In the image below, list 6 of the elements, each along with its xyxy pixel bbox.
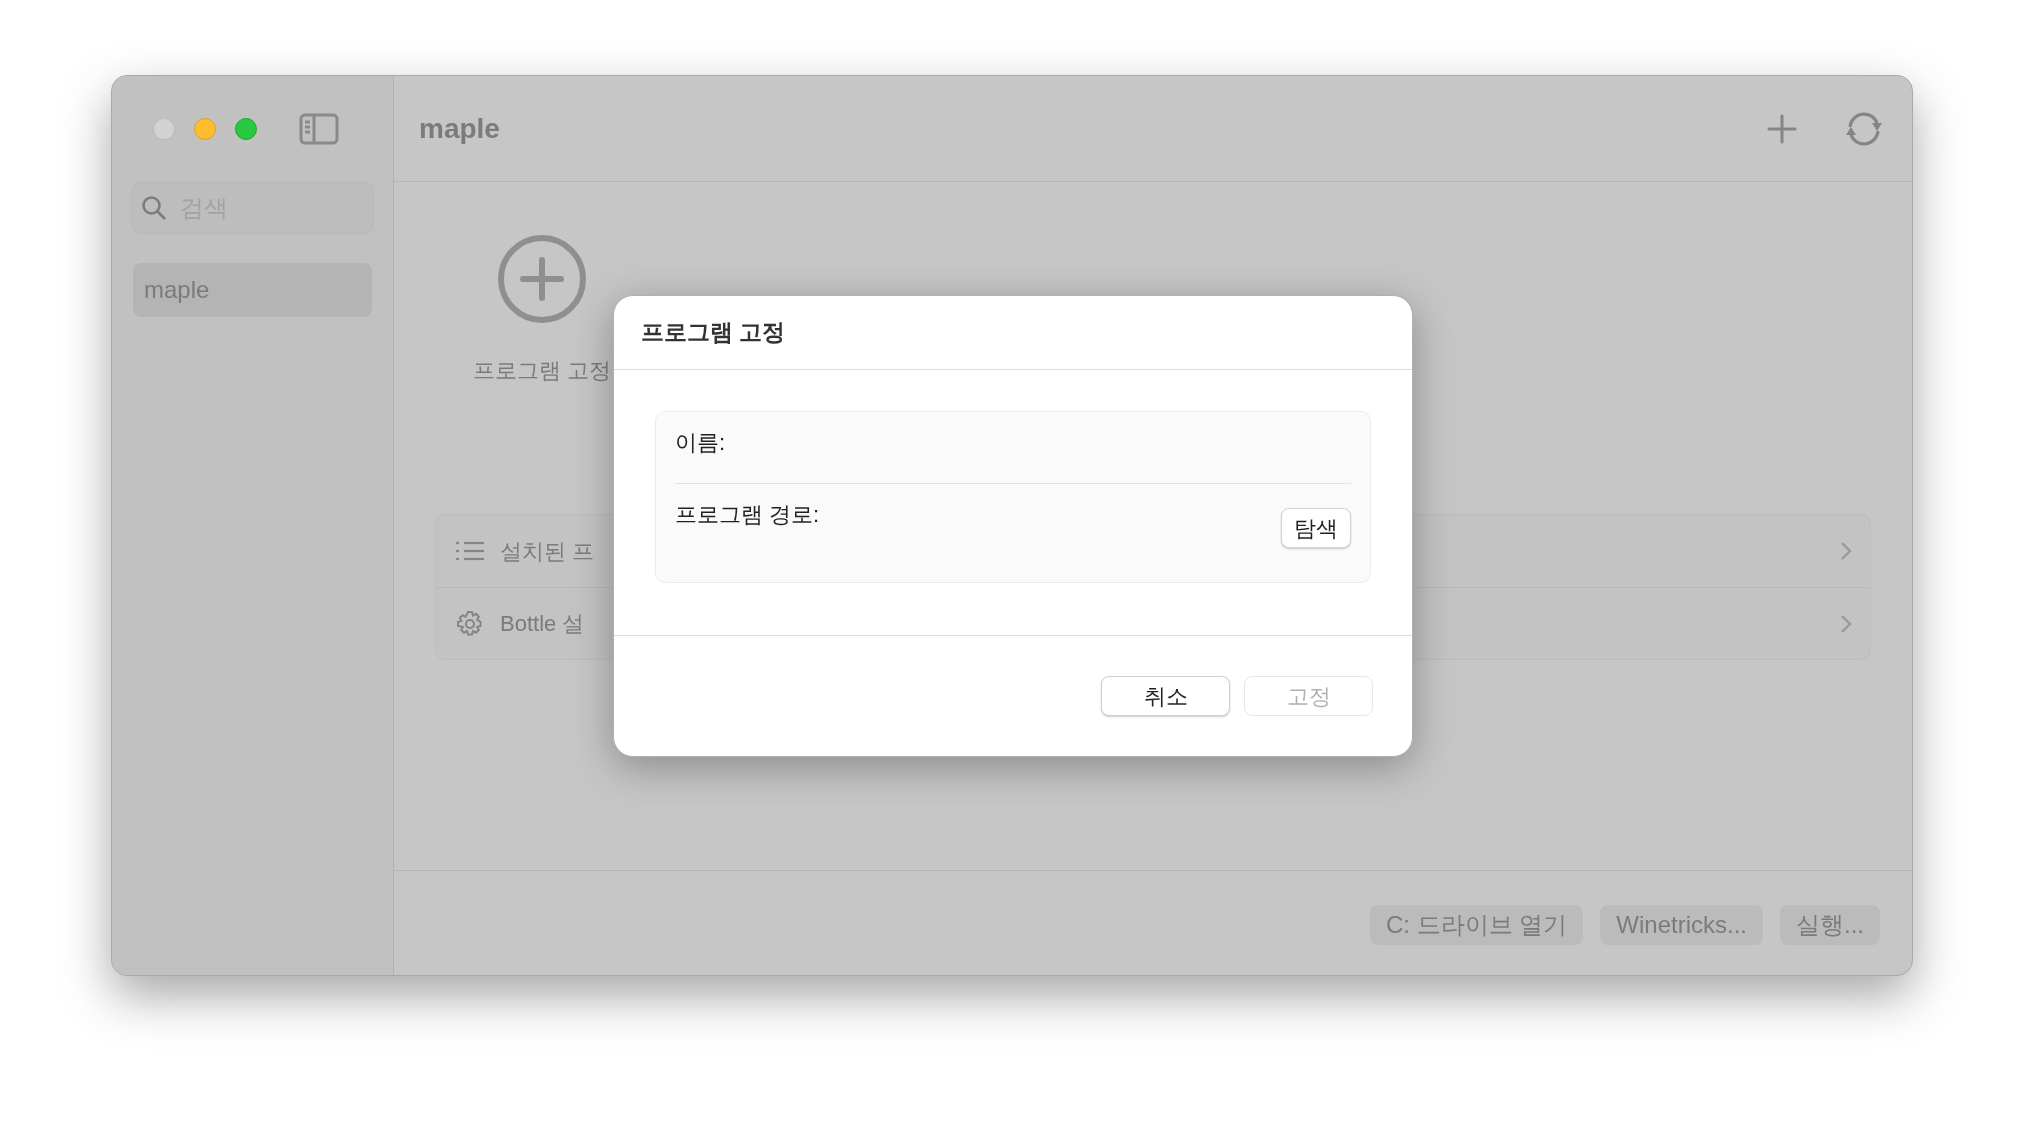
row-label: 설치된 프 — [500, 537, 595, 566]
field-label: 이름: — [675, 429, 726, 457]
field-label: 프로그램 경로: — [675, 501, 820, 529]
row-label: Bottle 설 — [500, 610, 585, 638]
window-title: maple — [419, 111, 500, 146]
dialog-title: 프로그램 고정 — [641, 318, 786, 348]
